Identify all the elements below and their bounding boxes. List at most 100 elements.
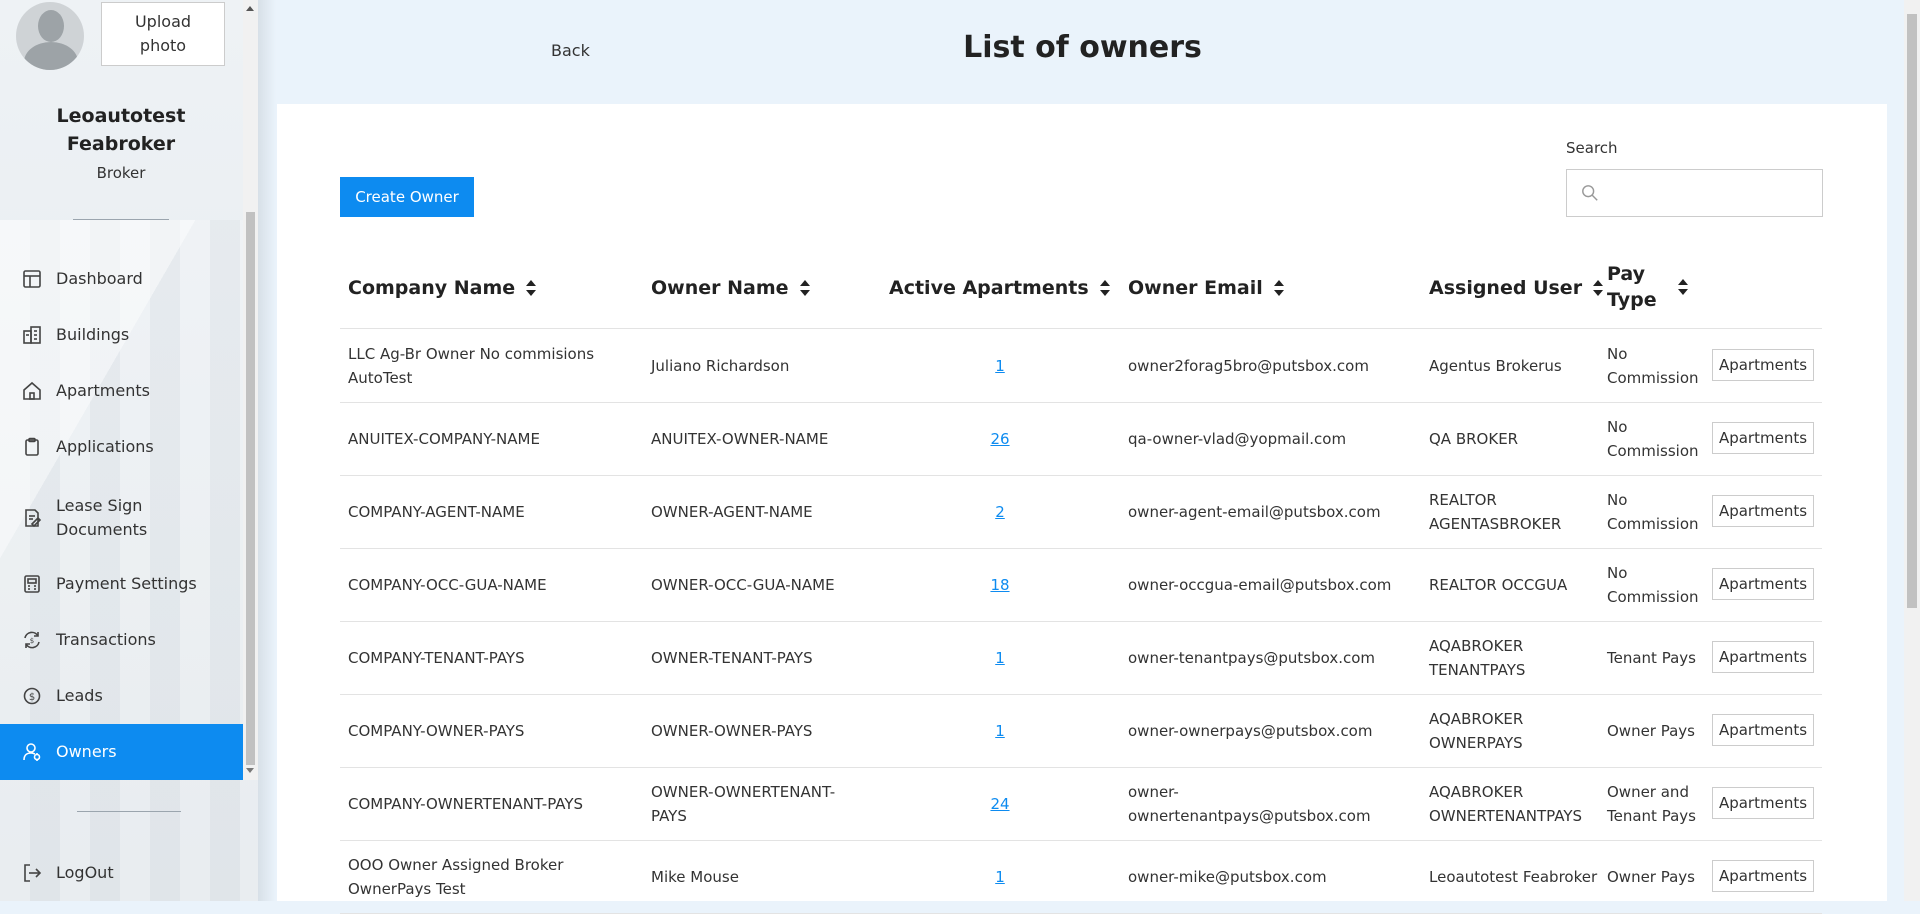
sidebar-item-label: Applications: [56, 437, 154, 456]
create-owner-button[interactable]: Create Owner: [340, 177, 474, 217]
column-header-label: Pay Type: [1607, 263, 1657, 311]
sidebar-item-owners[interactable]: Owners: [0, 724, 243, 780]
scroll-up-arrow-icon[interactable]: [246, 6, 254, 11]
table-cell-owner: Mike Mouse: [651, 867, 739, 886]
search-input[interactable]: [1609, 178, 1813, 210]
table-cell-owner: OWNER-OCC-GUA-NAME: [651, 575, 835, 594]
table-cell-company: LLC Ag-Br Owner No commisions AutoTest: [348, 344, 595, 387]
apartments-button[interactable]: Apartments: [1712, 787, 1814, 819]
active-apartments-link[interactable]: 1: [889, 694, 1111, 767]
table-cell-email: owner-ownerpays@putsbox.com: [1128, 721, 1373, 740]
column-header-email[interactable]: Owner Email: [1128, 275, 1285, 301]
table-cell-pay: No Commission: [1607, 490, 1699, 533]
table-cell-owner: OWNER-OWNER-PAYS: [651, 721, 813, 740]
sidebar-item-applications[interactable]: Applications: [0, 432, 243, 462]
table-cell-user: AQABROKER OWNERTENANTPAYS: [1429, 782, 1583, 825]
logout-button[interactable]: LogOut: [0, 858, 243, 888]
page-scrollbar-thumb[interactable]: [1907, 14, 1917, 608]
sidebar-item-label: Buildings: [56, 325, 130, 344]
sidebar-item-dashboard[interactable]: Dashboard: [0, 264, 243, 294]
table-cell-pay: No Commission: [1607, 563, 1699, 606]
table-cell-owner: Juliano Richardson: [651, 356, 790, 375]
sidebar-item-label: Transactions: [56, 630, 156, 649]
scroll-down-arrow-icon[interactable]: [246, 768, 254, 773]
active-apartments-link[interactable]: 18: [889, 548, 1111, 621]
table-cell-email: owner-ownertenantpays@putsbox.com: [1128, 782, 1371, 825]
divider: [73, 219, 169, 220]
sidebar-item-leads[interactable]: $ Leads: [0, 681, 243, 711]
apartments-button[interactable]: Apartments: [1712, 860, 1814, 892]
table-cell-user: QA BROKER: [1429, 429, 1519, 448]
sidebar-item-label: Payment Settings: [56, 574, 197, 593]
table-cell-owner: OWNER-OWNERTENANT-PAYS: [651, 782, 836, 825]
column-header-active-apartments[interactable]: Active Apartments: [889, 275, 1111, 301]
upload-photo-button[interactable]: Upload photo: [101, 2, 225, 66]
sidebar-scrollbar-thumb[interactable]: [246, 212, 255, 765]
sort-icon[interactable]: [799, 279, 811, 297]
search-field[interactable]: [1566, 169, 1823, 217]
sort-icon[interactable]: [1099, 279, 1111, 297]
table-cell-email: owner2forag5bro@putsbox.com: [1128, 356, 1369, 375]
sidebar-item-transactions[interactable]: $ Transactions: [0, 625, 243, 655]
table-cell-company: COMPANY-OWNERTENANT-PAYS: [348, 794, 584, 813]
table-cell-owner: OWNER-TENANT-PAYS: [651, 648, 813, 667]
column-header-owner[interactable]: Owner Name: [651, 275, 811, 301]
logout-label: LogOut: [56, 863, 114, 882]
sidebar-item-buildings[interactable]: Buildings: [0, 320, 243, 350]
active-apartments-link[interactable]: 1: [889, 621, 1111, 694]
active-apartments-link[interactable]: 24: [889, 767, 1111, 840]
sidebar-shadow: [258, 0, 276, 901]
column-header-label: Active Apartments: [889, 277, 1089, 299]
payment-settings-icon: [24, 575, 40, 593]
user-role: Broker: [96, 164, 146, 182]
user-name: Leoautotest Feabroker: [56, 105, 186, 155]
active-apartments-link[interactable]: 26: [889, 402, 1111, 475]
table-cell-company: COMPANY-OCC-GUA-NAME: [348, 575, 547, 594]
table-cell-company: COMPANY-OWNER-PAYS: [348, 721, 525, 740]
column-header-assigned-user[interactable]: Assigned User: [1429, 275, 1604, 301]
sort-icon[interactable]: [1592, 279, 1604, 297]
table-cell-email: owner-occgua-email@putsbox.com: [1128, 575, 1392, 594]
owners-icon: [23, 743, 41, 761]
apartments-button[interactable]: Apartments: [1712, 714, 1814, 746]
sort-icon[interactable]: [1273, 279, 1285, 297]
apartments-button[interactable]: Apartments: [1712, 422, 1814, 454]
sort-icon[interactable]: [525, 279, 537, 297]
table-cell-pay: No Commission: [1607, 344, 1699, 387]
divider: [77, 811, 181, 812]
apartments-button[interactable]: Apartments: [1712, 641, 1814, 673]
clipboard-icon: [25, 437, 39, 456]
column-header-company[interactable]: Company Name: [348, 275, 537, 301]
column-header-label: Assigned User: [1429, 277, 1583, 299]
table-cell-company: OOO Owner Assigned Broker OwnerPays Test: [348, 855, 564, 898]
table-cell-pay: Owner Pays: [1607, 721, 1696, 740]
back-link[interactable]: Back: [551, 41, 590, 60]
sidebar-item-label: Apartments: [56, 381, 150, 400]
active-apartments-link[interactable]: 1: [889, 329, 1111, 402]
table-cell-owner: ANUITEX-OWNER-NAME: [651, 429, 829, 448]
sidebar-item-payment-settings[interactable]: Payment Settings: [0, 569, 243, 599]
table-cell-company: ANUITEX-COMPANY-NAME: [348, 429, 540, 448]
column-header-pay-type[interactable]: Pay Type: [1607, 261, 1689, 313]
active-apartments-link[interactable]: 2: [889, 475, 1111, 548]
search-icon: [1582, 185, 1598, 201]
apartments-button[interactable]: Apartments: [1712, 349, 1814, 381]
table-cell-user: Leoautotest Feabroker: [1429, 867, 1598, 886]
active-apartments-link[interactable]: 1: [889, 840, 1111, 913]
sidebar: Upload photo Leoautotest Feabroker Broke…: [0, 0, 258, 901]
transactions-icon: $: [24, 631, 40, 649]
table-cell-email: owner-tenantpays@putsbox.com: [1128, 648, 1376, 667]
table-cell-company: COMPANY-TENANT-PAYS: [348, 648, 525, 667]
table-cell-pay: No Commission: [1607, 417, 1699, 460]
table-cell-email: owner-mike@putsbox.com: [1128, 867, 1327, 886]
table-cell-owner: OWNER-AGENT-NAME: [651, 502, 813, 521]
table-cell-user: AQABROKER OWNERPAYS: [1429, 709, 1524, 752]
apartments-button[interactable]: Apartments: [1712, 495, 1814, 527]
table-cell-email: qa-owner-vlad@yopmail.com: [1128, 429, 1347, 448]
buildings-icon: [23, 326, 41, 344]
sidebar-item-apartments[interactable]: Apartments: [0, 376, 243, 406]
avatar: [16, 2, 84, 70]
apartments-button[interactable]: Apartments: [1712, 568, 1814, 600]
sidebar-item-lease-sign-documents[interactable]: Lease Sign Documents: [0, 492, 243, 544]
sort-icon[interactable]: [1677, 278, 1689, 296]
